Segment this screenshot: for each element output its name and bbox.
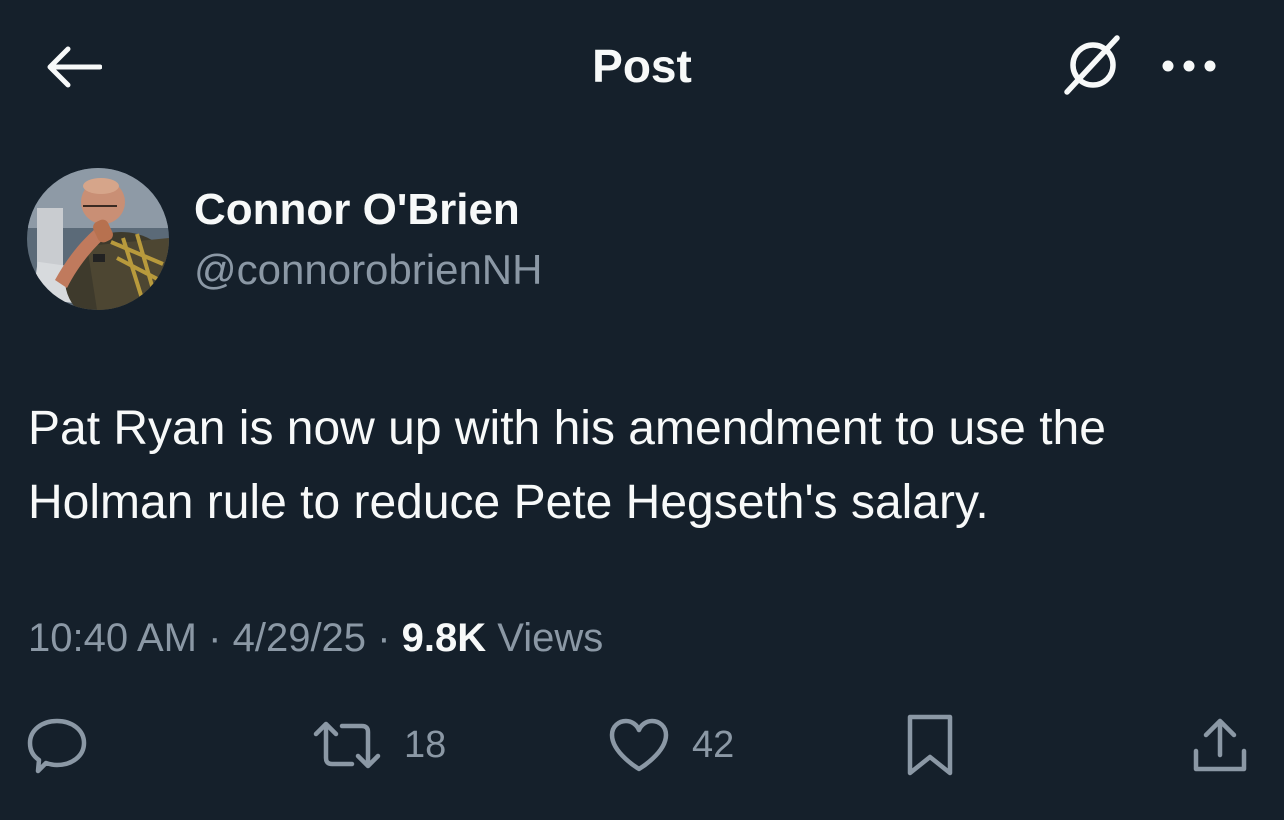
post-text: Pat Ryan is now up with his amendment to… bbox=[28, 402, 1106, 529]
heart-icon bbox=[609, 718, 669, 772]
avatar-photo bbox=[27, 168, 169, 310]
post-date[interactable]: 4/29/25 bbox=[233, 616, 366, 660]
repost-count: 18 bbox=[404, 724, 447, 766]
share-icon bbox=[1193, 718, 1247, 772]
top-bar: Post bbox=[0, 0, 1284, 130]
grok-icon bbox=[1064, 35, 1120, 95]
more-horizontal-icon bbox=[1162, 60, 1216, 72]
repost-button[interactable]: 18 bbox=[312, 700, 446, 790]
repost-icon bbox=[313, 721, 381, 769]
author-handle[interactable]: @connorobrienNH bbox=[194, 244, 542, 296]
action-bar: 18 42 bbox=[0, 700, 1284, 790]
share-button[interactable] bbox=[1190, 700, 1250, 790]
bookmark-button[interactable] bbox=[904, 700, 956, 790]
avatar[interactable] bbox=[27, 168, 169, 310]
more-options-button[interactable] bbox=[1152, 44, 1226, 88]
views-label: Views bbox=[497, 616, 604, 660]
meta-separator: · bbox=[208, 616, 222, 660]
bookmark-icon bbox=[907, 714, 953, 776]
meta-separator: · bbox=[377, 616, 391, 660]
post-time: 10:40 AM bbox=[28, 616, 198, 660]
reply-button[interactable] bbox=[26, 700, 88, 790]
grok-button[interactable] bbox=[1054, 30, 1130, 100]
like-count: 42 bbox=[692, 724, 735, 766]
author-name[interactable]: Connor O'Brien bbox=[194, 184, 520, 236]
like-button[interactable]: 42 bbox=[608, 700, 734, 790]
post-meta: 10:40 AM · 4/29/25 · 9.8K Views bbox=[28, 612, 603, 664]
reply-icon bbox=[27, 718, 87, 774]
views-count: 9.8K bbox=[401, 616, 487, 660]
